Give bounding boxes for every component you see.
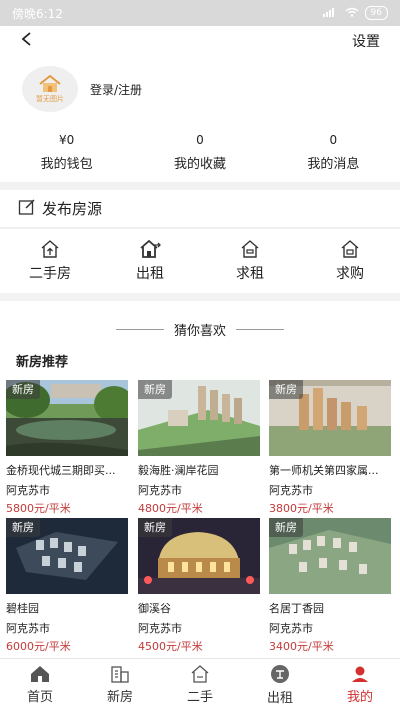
tab-mine[interactable]: 我的 (320, 659, 400, 711)
property-city: 阿克苏市 (138, 622, 182, 635)
stat-value: 0 (196, 132, 204, 147)
house-out-icon (140, 239, 161, 258)
home-icon (31, 666, 49, 682)
tab-label: 二手 (186, 690, 213, 705)
property-card[interactable]: 新房 名居丁香园 阿克苏市 3400元/平米 (269, 518, 391, 654)
action-seek-rent[interactable]: 求租 (200, 229, 300, 293)
stat-label: 我的收藏 (173, 156, 226, 172)
stat-wallet[interactable]: ¥0 我的钱包 (0, 122, 133, 182)
guess-divider: 猜你喜欢 (0, 320, 400, 339)
action-label: 求购 (336, 265, 364, 282)
property-name: 碧桂园 (6, 602, 39, 615)
tab-label: 我的 (346, 690, 373, 705)
person-icon (352, 666, 368, 682)
new-house-tag: 新房 (138, 518, 172, 537)
action-label: 求租 (236, 265, 264, 282)
signal-icon (322, 6, 339, 20)
property-city: 阿克苏市 (6, 622, 50, 635)
tab-second-hand[interactable]: 二手 (160, 659, 240, 711)
property-name: 御溪谷 (138, 602, 171, 615)
property-price: 3800元/平米 (269, 502, 334, 515)
action-label: 出租 (136, 265, 164, 282)
property-card[interactable]: 新房 第一师机关第四家属... 阿克苏市 3800元/平米 (269, 380, 391, 516)
property-name: 毅海胜·澜岸花园 (138, 464, 219, 477)
house-sale-icon (191, 665, 209, 683)
stat-label: 我的消息 (307, 156, 360, 172)
battery-indicator: 96 (364, 6, 388, 20)
login-register-link[interactable]: 登录/注册 (90, 81, 142, 98)
stat-value: ¥0 (59, 132, 75, 147)
property-card[interactable]: 新房 毅海胜·澜岸花园 阿克苏市 4800元/平米 (138, 380, 260, 516)
avatar-caption: 暂无图片 (36, 94, 64, 103)
property-price: 3400元/平米 (269, 640, 334, 653)
action-lease-out[interactable]: 出租 (100, 229, 200, 293)
status-indicators: 96 (322, 6, 388, 20)
publish-listing-row[interactable]: 发布房源 (0, 190, 400, 228)
property-city: 阿克苏市 (6, 484, 50, 497)
property-price: 5800元/平米 (6, 502, 71, 515)
new-house-tag: 新房 (6, 518, 40, 537)
rent-icon (271, 665, 289, 683)
new-house-tag: 新房 (138, 380, 172, 399)
divider-line (236, 329, 284, 330)
property-city: 阿克苏市 (138, 484, 182, 497)
house-placeholder-icon (39, 74, 61, 92)
status-time: 傍晚6:12 (12, 6, 63, 21)
wifi-icon (345, 6, 359, 20)
house-buy-icon (341, 239, 359, 258)
new-house-tag: 新房 (269, 380, 303, 399)
publish-label: 发布房源 (42, 200, 103, 218)
recommend-section: 猜你喜欢 新房推荐 新房 金桥现代城三期即买... 阿克苏市 5800元/平米 (0, 301, 400, 658)
stat-messages[interactable]: 0 我的消息 (267, 122, 400, 182)
tab-home[interactable]: 首页 (0, 659, 80, 711)
new-house-tag: 新房 (269, 518, 303, 537)
status-bar: 傍晚6:12 96 (0, 0, 400, 26)
tab-label: 新房 (106, 690, 133, 705)
stat-favorites[interactable]: 0 我的收藏 (133, 122, 266, 182)
guess-label: 猜你喜欢 (173, 324, 226, 339)
property-photo: 新房 (138, 518, 260, 594)
stat-value: 0 (329, 132, 338, 147)
property-photo: 新房 (269, 518, 391, 594)
property-price: 4500元/平米 (138, 640, 203, 653)
tab-new-house[interactable]: 新房 (80, 659, 160, 711)
tab-label: 出租 (266, 691, 293, 706)
profile-row: 暂无图片 登录/注册 (0, 56, 400, 122)
property-card[interactable]: 新房 御溪谷 阿克苏市 4500元/平米 (138, 518, 260, 654)
property-city: 阿克苏市 (269, 622, 313, 635)
property-name: 第一师机关第四家属... (269, 464, 379, 477)
tab-label: 首页 (26, 690, 53, 705)
property-card[interactable]: 新房 金桥现代城三期即买... 阿克苏市 5800元/平米 (6, 380, 128, 516)
property-card[interactable]: 新房 碧桂园 阿克苏市 6000元/平米 (6, 518, 128, 654)
property-photo: 新房 (138, 380, 260, 456)
property-photo: 新房 (269, 380, 391, 456)
action-seek-buy[interactable]: 求购 (300, 229, 400, 293)
divider-line (115, 329, 164, 330)
house-up-icon (41, 239, 59, 258)
property-city: 阿克苏市 (269, 484, 313, 497)
settings-button[interactable]: 设置 (352, 31, 380, 51)
bottom-tab-bar: 首页 新房 二手 出租 我的 (0, 658, 400, 711)
avatar[interactable]: 暂无图片 (22, 66, 78, 112)
building-icon (111, 666, 129, 683)
back-button[interactable] (20, 31, 34, 51)
property-name: 金桥现代城三期即买... (6, 464, 116, 477)
stats-row: ¥0 我的钱包 0 我的收藏 0 我的消息 (0, 122, 400, 182)
new-house-tag: 新房 (6, 380, 40, 399)
section-title: 新房推荐 (16, 355, 69, 370)
tab-rent[interactable]: 出租 (240, 659, 320, 711)
action-label: 二手房 (29, 265, 71, 282)
action-second-hand[interactable]: 二手房 (0, 229, 100, 293)
stat-label: 我的钱包 (40, 156, 93, 172)
edit-icon (18, 198, 36, 220)
property-photo: 新房 (6, 380, 128, 456)
top-bar: 设置 (0, 26, 400, 56)
property-photo: 新房 (6, 518, 128, 594)
chevron-left-icon (21, 32, 31, 46)
property-price: 6000元/平米 (6, 640, 71, 653)
house-rent-icon (241, 239, 259, 258)
property-price: 4800元/平米 (138, 502, 203, 515)
property-name: 名居丁香园 (269, 602, 324, 615)
quick-actions: 二手房 出租 求租 求购 (0, 229, 400, 293)
